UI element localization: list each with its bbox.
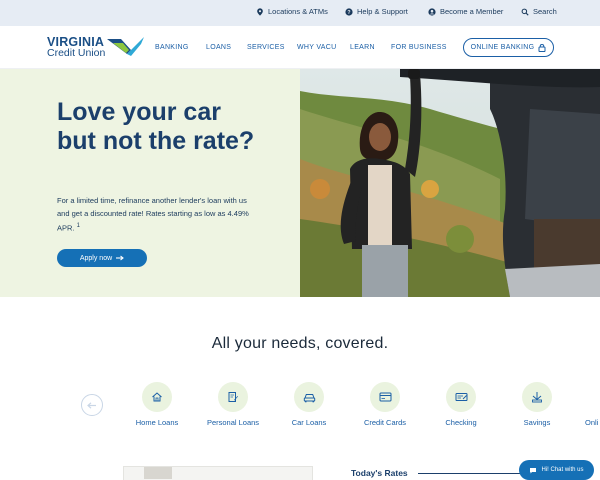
search-label: Search — [533, 7, 557, 16]
arrow-right-icon — [116, 255, 125, 261]
nav-services[interactable]: SERVICES — [247, 44, 285, 51]
locations-link[interactable]: Locations & ATMs — [256, 7, 328, 16]
product-online[interactable]: Onli — [573, 382, 600, 427]
lock-icon — [538, 43, 546, 52]
product-label: Credit Cards — [363, 418, 407, 427]
product-personal-loans[interactable]: Personal Loans — [193, 382, 273, 427]
rates-divider — [418, 473, 528, 474]
car-icon — [303, 393, 315, 402]
arrow-left-icon — [87, 401, 96, 409]
nav-why-vacu[interactable]: WHY VACU — [297, 44, 336, 51]
locations-label: Locations & ATMs — [268, 7, 328, 16]
product-label: Car Loans — [291, 418, 327, 427]
savings-icon — [532, 392, 542, 403]
svg-text:?: ? — [347, 9, 350, 15]
product-circle — [446, 382, 476, 412]
credit-card-icon — [379, 392, 391, 402]
document-pen-icon — [228, 392, 238, 402]
product-credit-cards[interactable]: Credit Cards — [345, 382, 425, 427]
nav-learn[interactable]: LEARN — [350, 44, 375, 51]
product-circle — [142, 382, 172, 412]
todays-rates-title: Today's Rates — [351, 468, 408, 478]
bottom-card-image — [144, 467, 172, 479]
become-member-label: Become a Member — [440, 7, 504, 16]
checkbook-icon — [455, 393, 467, 401]
online-banking-label: ONLINE BANKING — [470, 44, 535, 51]
utility-bar: Locations & ATMs ? Help & Support Become… — [0, 0, 600, 26]
product-home-loans[interactable]: Home Loans — [117, 382, 197, 427]
hero-photo-woman-with-car — [300, 69, 600, 297]
needs-section-title: All your needs, covered. — [211, 335, 389, 352]
product-label: Onli — [585, 418, 599, 427]
search-link[interactable]: Search — [521, 7, 557, 16]
product-car-loans[interactable]: Car Loans — [269, 382, 349, 427]
nav-loans[interactable]: LOANS — [206, 44, 231, 51]
hero-body: For a limited time, refinance another le… — [57, 195, 252, 235]
search-icon — [521, 8, 529, 16]
nav-for-business[interactable]: FOR BUSINESS — [391, 44, 447, 51]
product-label: Personal Loans — [206, 418, 260, 427]
chat-button[interactable]: Hi! Chat with us — [519, 460, 594, 480]
help-link[interactable]: ? Help & Support — [345, 7, 408, 16]
product-checking[interactable]: Checking — [421, 382, 501, 427]
help-icon: ? — [345, 7, 353, 15]
help-label: Help & Support — [357, 7, 408, 16]
vacu-logo[interactable]: VIRGINIA Credit Union — [47, 36, 105, 59]
nav-banking[interactable]: BANKING — [155, 44, 189, 51]
user-icon — [428, 7, 436, 16]
product-label: Savings — [523, 418, 551, 427]
product-label: Checking — [445, 418, 477, 427]
chat-label: Hi! Chat with us — [541, 467, 584, 473]
product-circle — [522, 382, 552, 412]
logo-line-2: Credit Union — [47, 47, 106, 59]
hero-title: Love your car but not the rate? — [57, 98, 255, 155]
apply-now-label: Apply now — [79, 254, 113, 262]
footnote-marker[interactable]: 1 — [77, 223, 80, 229]
product-circle — [218, 382, 248, 412]
product-label: Home Loans — [135, 418, 179, 427]
hero-body-text: For a limited time, refinance another le… — [57, 196, 249, 233]
product-savings[interactable]: Savings — [497, 382, 577, 427]
chat-bubble-icon — [530, 467, 537, 473]
house-icon — [152, 392, 162, 402]
online-banking-button[interactable]: ONLINE BANKING — [463, 38, 554, 57]
become-member-link[interactable]: Become a Member — [428, 7, 503, 16]
carousel-prev-button[interactable] — [81, 394, 103, 416]
product-circle — [370, 382, 400, 412]
bottom-promo-card — [123, 466, 313, 480]
product-circle — [294, 382, 324, 412]
apply-now-button[interactable]: Apply now — [57, 249, 147, 267]
location-pin-icon — [257, 7, 263, 16]
logo-checkmark-icon — [107, 37, 144, 56]
